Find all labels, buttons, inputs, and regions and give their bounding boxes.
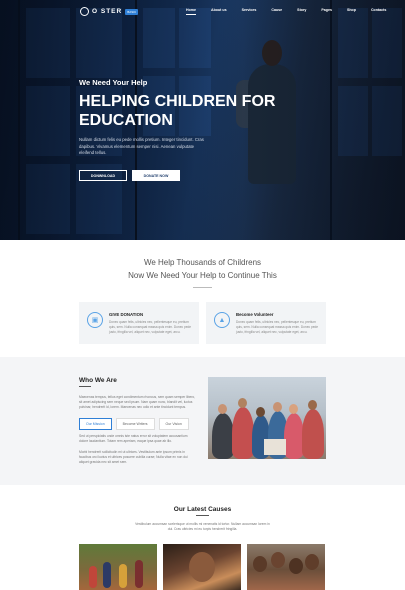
cause-image-happy-kids[interactable] (247, 544, 325, 590)
logo-text: O STER (92, 8, 123, 15)
nav-menu: Home About us Services Cause Story Pages… (186, 8, 401, 15)
hero-section: O STER BASIC Home About us Services Caus… (0, 0, 405, 240)
who-paragraph: Maecenas tempus, tellus eget condimentum… (79, 395, 196, 409)
mission-line-1: We Help Thousands of Childrens (143, 258, 262, 267)
nav-item-cause[interactable]: Cause (271, 8, 282, 15)
mission-line-2: Now We Need Your Help to Continue This (128, 271, 277, 280)
donate-now-button[interactable]: DONATE NOW (132, 170, 180, 181)
nav-item-about[interactable]: About us (211, 8, 227, 15)
card-title: GIVE DONATION (109, 312, 144, 317)
nav-item-pages[interactable]: Pages (321, 8, 332, 15)
card-text: Donec quam felis, ultricies nec, pellent… (236, 320, 319, 334)
nav-item-shop[interactable]: Shop (347, 8, 356, 15)
nav-item-contacts[interactable]: Contacts (371, 8, 386, 15)
tab-our-mission[interactable]: Our Mission (79, 418, 112, 430)
divider (79, 386, 91, 387)
tab-become-writers[interactable]: Become Writers (115, 418, 155, 430)
hero-kicker: We Need Your Help (79, 78, 148, 87)
volunteers-photo (208, 377, 326, 459)
card-text: Donec quam felis, ultricies nec, pellent… (109, 320, 192, 334)
cause-image-child-drinking[interactable] (163, 544, 241, 590)
nav-item-home[interactable]: Home (186, 8, 196, 15)
divider (193, 287, 212, 288)
tab-content-paragraph: Morbi hendrerit sollicitudin mi ut ultri… (79, 450, 188, 464)
nav-item-services[interactable]: Services (242, 8, 257, 15)
become-volunteer-card[interactable]: ▲ Become Volunteer Donec quam felis, ult… (206, 302, 326, 344)
tab-content-paragraph: Sed ut perspiciatis unde omnis iste natu… (79, 434, 188, 443)
lock-icon: ▣ (87, 312, 103, 328)
download-button[interactable]: DONWNLOAD (79, 170, 127, 181)
hero-title: HELPING CHILDREN FOR EDUCATION (79, 93, 276, 129)
logo-badge: BASIC (125, 8, 139, 15)
give-donation-card[interactable]: ▣ GIVE DONATION Donec quam felis, ultric… (79, 302, 199, 344)
causes-description: Vestibulum accumsan scelerisque ut molli… (135, 522, 270, 531)
card-title: Become Volunteer (236, 312, 274, 317)
main-nav: O STER BASIC Home About us Services Caus… (0, 0, 405, 22)
who-title: Who We Are (79, 377, 117, 384)
causes-title: Our Latest Causes (173, 506, 232, 513)
divider (196, 515, 209, 516)
cause-image-children-running[interactable] (79, 544, 157, 590)
who-tabs: Our Mission Become Writers Our Vision (79, 418, 189, 430)
tab-our-vision[interactable]: Our Vision (158, 418, 189, 430)
logo[interactable]: O STER BASIC (80, 7, 139, 16)
logo-ring-icon (80, 7, 89, 16)
volunteer-icon: ▲ (214, 312, 230, 328)
who-we-are-section (0, 357, 405, 485)
hero-description: Nullam dictum felis eu pede mollis preti… (79, 137, 204, 155)
nav-item-story[interactable]: Story (297, 8, 306, 15)
